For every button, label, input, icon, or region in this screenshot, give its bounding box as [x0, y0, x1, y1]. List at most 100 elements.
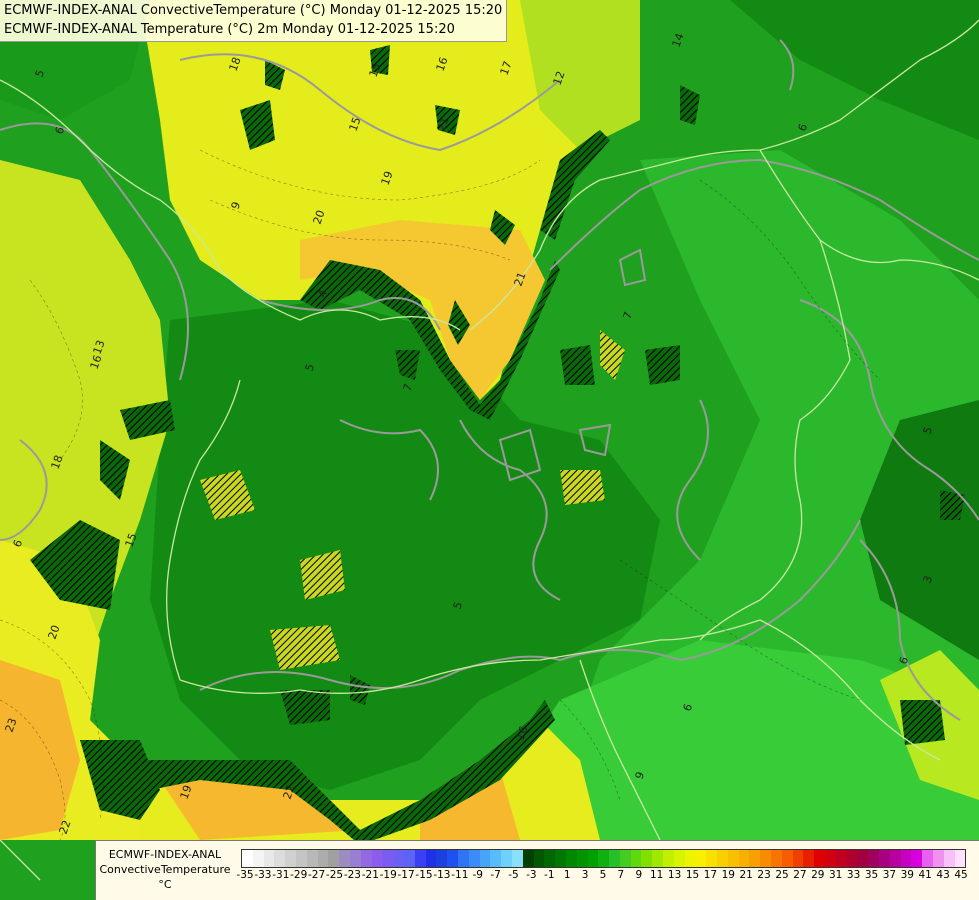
legend-swatch: [825, 850, 836, 867]
legend-tick-label: -9: [472, 869, 483, 881]
map-title: ECMWF-INDEX-ANAL ConvectiveTemperature (…: [0, 0, 508, 42]
legend-swatch: [587, 850, 599, 867]
legend-swatch: [555, 850, 566, 867]
legend-swatch: [295, 850, 307, 867]
legend-swatch: [479, 850, 491, 867]
color-legend: ECMWF-INDEX-ANAL ConvectiveTemperature °…: [95, 840, 979, 900]
legend-swatch: [263, 850, 275, 867]
legend-tick-label: 35: [864, 869, 879, 881]
legend-swatch: [922, 850, 933, 867]
legend-label-unit: °C: [158, 878, 172, 891]
legend-tick-label: 29: [811, 869, 825, 881]
legend-swatch: [522, 850, 534, 867]
legend-tick-label: 27: [793, 869, 807, 881]
legend-swatch: [306, 850, 318, 867]
legend-tick-label: -33: [254, 869, 272, 881]
legend-swatch: [252, 850, 264, 867]
legend-swatch: [436, 850, 448, 867]
legend-swatch: [414, 850, 426, 867]
legend-swatch: [706, 850, 718, 867]
legend-label-source: ECMWF-INDEX-ANAL: [108, 848, 222, 861]
legend-swatch: [641, 850, 653, 867]
legend-swatch: [339, 850, 350, 867]
legend-tick-label: -15: [415, 869, 433, 881]
legend-tick-label: 9: [635, 869, 643, 881]
legend-tick-label: 7: [617, 869, 625, 881]
title-line-convective: ECMWF-INDEX-ANAL ConvectiveTemperature (…: [4, 3, 503, 18]
legend-tick-label: 23: [757, 869, 771, 881]
legend-swatch: [511, 850, 523, 867]
legend-tick-label: -27: [308, 869, 326, 881]
legend-swatch: [468, 850, 480, 867]
legend-swatch: [360, 850, 372, 867]
legend-tick-label: -13: [433, 869, 451, 881]
title-line-temperature: ECMWF-INDEX-ANAL Temperature (°C) 2m Mon…: [4, 22, 455, 37]
legend-swatch: [814, 850, 826, 867]
legend-swatch: [727, 850, 739, 867]
legend-swatch: [425, 850, 437, 867]
legend-swatch: [544, 850, 556, 867]
legend-swatch: [609, 850, 620, 867]
legend-swatch: [349, 850, 361, 867]
legend-swatch: [663, 850, 674, 867]
legend-tick-label: 45: [954, 869, 968, 881]
legend-tick-label: 43: [936, 869, 950, 881]
legend-swatch: [242, 850, 253, 867]
legend-tick-label: -5: [508, 869, 519, 881]
legend-tick-label: -11: [451, 869, 469, 881]
legend-swatch: [954, 850, 966, 867]
legend-tick-label: -35: [236, 869, 254, 881]
legend-color-bar: [241, 849, 967, 868]
legend-swatch: [328, 850, 340, 867]
legend-swatch: [673, 850, 685, 867]
hatched-cell-11: [645, 345, 680, 385]
legend-swatch: [846, 850, 858, 867]
legend-tick-label: -7: [490, 869, 501, 881]
legend-swatch: [457, 850, 469, 867]
legend-tick-label: -29: [290, 869, 308, 881]
legend-tick-label: 39: [900, 869, 914, 881]
legend-swatch: [749, 850, 761, 867]
legend-swatch: [835, 850, 847, 867]
legend-swatch: [565, 850, 577, 867]
legend-swatch: [803, 850, 815, 867]
legend-swatch: [285, 850, 296, 867]
legend-swatch: [868, 850, 880, 867]
legend-tick-label: 17: [703, 869, 718, 881]
legend-tick-label: -21: [361, 869, 379, 881]
legend-tick-label: 1: [563, 869, 571, 881]
legend-tick-label: 37: [882, 869, 897, 881]
legend-label: ECMWF-INDEX-ANAL ConvectiveTemperature °…: [98, 847, 232, 892]
legend-swatch: [576, 850, 588, 867]
legend-swatch: [490, 850, 502, 867]
legend-swatch: [619, 850, 631, 867]
legend-swatch: [630, 850, 642, 867]
legend-tick-label: 11: [650, 869, 664, 881]
legend-tick-label: 3: [581, 869, 589, 881]
legend-swatch: [684, 850, 696, 867]
legend-swatch: [933, 850, 944, 867]
legend-tick-label: 25: [775, 869, 789, 881]
legend-swatch: [371, 850, 383, 867]
legend-swatch: [911, 850, 923, 867]
legend-tick-label: -25: [325, 869, 344, 881]
legend-swatch: [403, 850, 415, 867]
legend-tick-label: -1: [544, 869, 555, 881]
legend-tick-label: 13: [667, 869, 682, 881]
legend-tick-label: 33: [846, 869, 861, 881]
legend-label-variable: ConvectiveTemperature: [99, 863, 231, 876]
legend-swatch: [652, 850, 664, 867]
legend-swatch: [447, 850, 458, 867]
legend-swatch: [857, 850, 869, 867]
legend-swatch: [274, 850, 286, 867]
legend-tick-label: -19: [379, 869, 397, 881]
hatched-cell-8: [560, 470, 605, 505]
legend-swatch: [879, 850, 890, 867]
legend-swatch: [781, 850, 793, 867]
legend-tick-label: -3: [526, 869, 537, 881]
legend-swatch: [382, 850, 394, 867]
legend-swatch: [317, 850, 329, 867]
legend-swatch: [760, 850, 772, 867]
legend-tick-label: 21: [739, 869, 753, 881]
legend-tick-label: 31: [829, 869, 843, 881]
